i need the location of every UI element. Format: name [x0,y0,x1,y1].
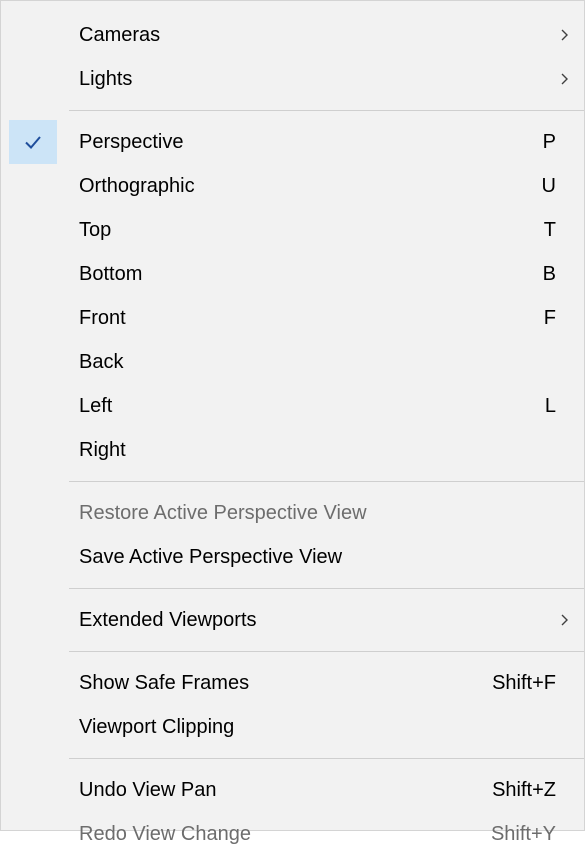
menu-item-label: Extended Viewports [79,609,257,631]
menu-item-shortcut: Shift+Y [490,823,556,845]
menu-item-back[interactable]: Back [1,340,584,384]
menu-item-label: Redo View Change [79,823,251,845]
menu-item-label: Undo View Pan [79,779,217,801]
menu-item-lights[interactable]: Lights [1,57,584,101]
menu-item-cameras[interactable]: Cameras [1,13,584,57]
menu-item-label: Front [79,307,126,329]
menu-item-shortcut: L [544,395,556,417]
menu-item-extended-viewports[interactable]: Extended Viewports [1,598,584,642]
menu-item-restore-active-perspective-view: Restore Active Perspective View [1,491,584,535]
menu-item-label: Bottom [79,263,143,285]
menu-item-label: Top [79,219,112,241]
menu-item-right[interactable]: Right [1,428,584,472]
menu-item-shortcut: F [543,307,556,329]
menu-item-front[interactable]: Front F [1,296,584,340]
menu-item-shortcut: Shift+F [492,672,556,694]
menu-item-label: Cameras [79,24,161,46]
chevron-right-icon [560,13,570,57]
menu-separator [69,651,584,652]
menu-item-shortcut: B [542,263,556,285]
menu-item-shortcut: P [542,131,556,153]
menu-item-perspective[interactable]: Perspective P [1,120,584,164]
menu-separator [69,481,584,482]
menu-separator [69,110,584,111]
menu-item-label: Left [79,395,113,417]
menu-item-label: Back [79,351,124,373]
view-context-menu: Cameras Lights Perspective P Orthographic U To… [0,0,585,845]
menu-item-orthographic[interactable]: Orthographic U [1,164,584,208]
menu-separator [69,588,584,589]
menu-item-undo-view-pan[interactable]: Undo View Pan Shift+Z [1,768,584,812]
menu-item-viewport-clipping[interactable]: Viewport Clipping [1,705,584,749]
menu-item-label: Right [79,439,126,461]
menu-item-save-active-perspective-view[interactable]: Save Active Perspective View [1,535,584,579]
menu-item-label: Lights [79,68,133,90]
checkmark-icon [9,120,57,164]
menu-item-label: Orthographic [79,175,195,197]
menu-item-label: Save Active Perspective View [79,546,343,568]
menu-item-shortcut: T [543,219,556,241]
menu-item-label: Viewport Clipping [79,716,235,738]
menu-item-shortcut: Shift+Z [492,779,556,801]
menu-item-label: Restore Active Perspective View [79,502,367,524]
menu-item-show-safe-frames[interactable]: Show Safe Frames Shift+F [1,661,584,705]
menu-item-left[interactable]: Left L [1,384,584,428]
menu-separator [69,758,584,759]
menu-item-bottom[interactable]: Bottom B [1,252,584,296]
chevron-right-icon [560,598,570,642]
menu-item-shortcut: U [541,175,556,197]
chevron-right-icon [560,57,570,101]
menu-item-redo-view-change: Redo View Change Shift+Y [1,812,584,856]
menu-item-label: Perspective [79,131,184,153]
menu-item-label: Show Safe Frames [79,672,250,694]
menu-item-top[interactable]: Top T [1,208,584,252]
